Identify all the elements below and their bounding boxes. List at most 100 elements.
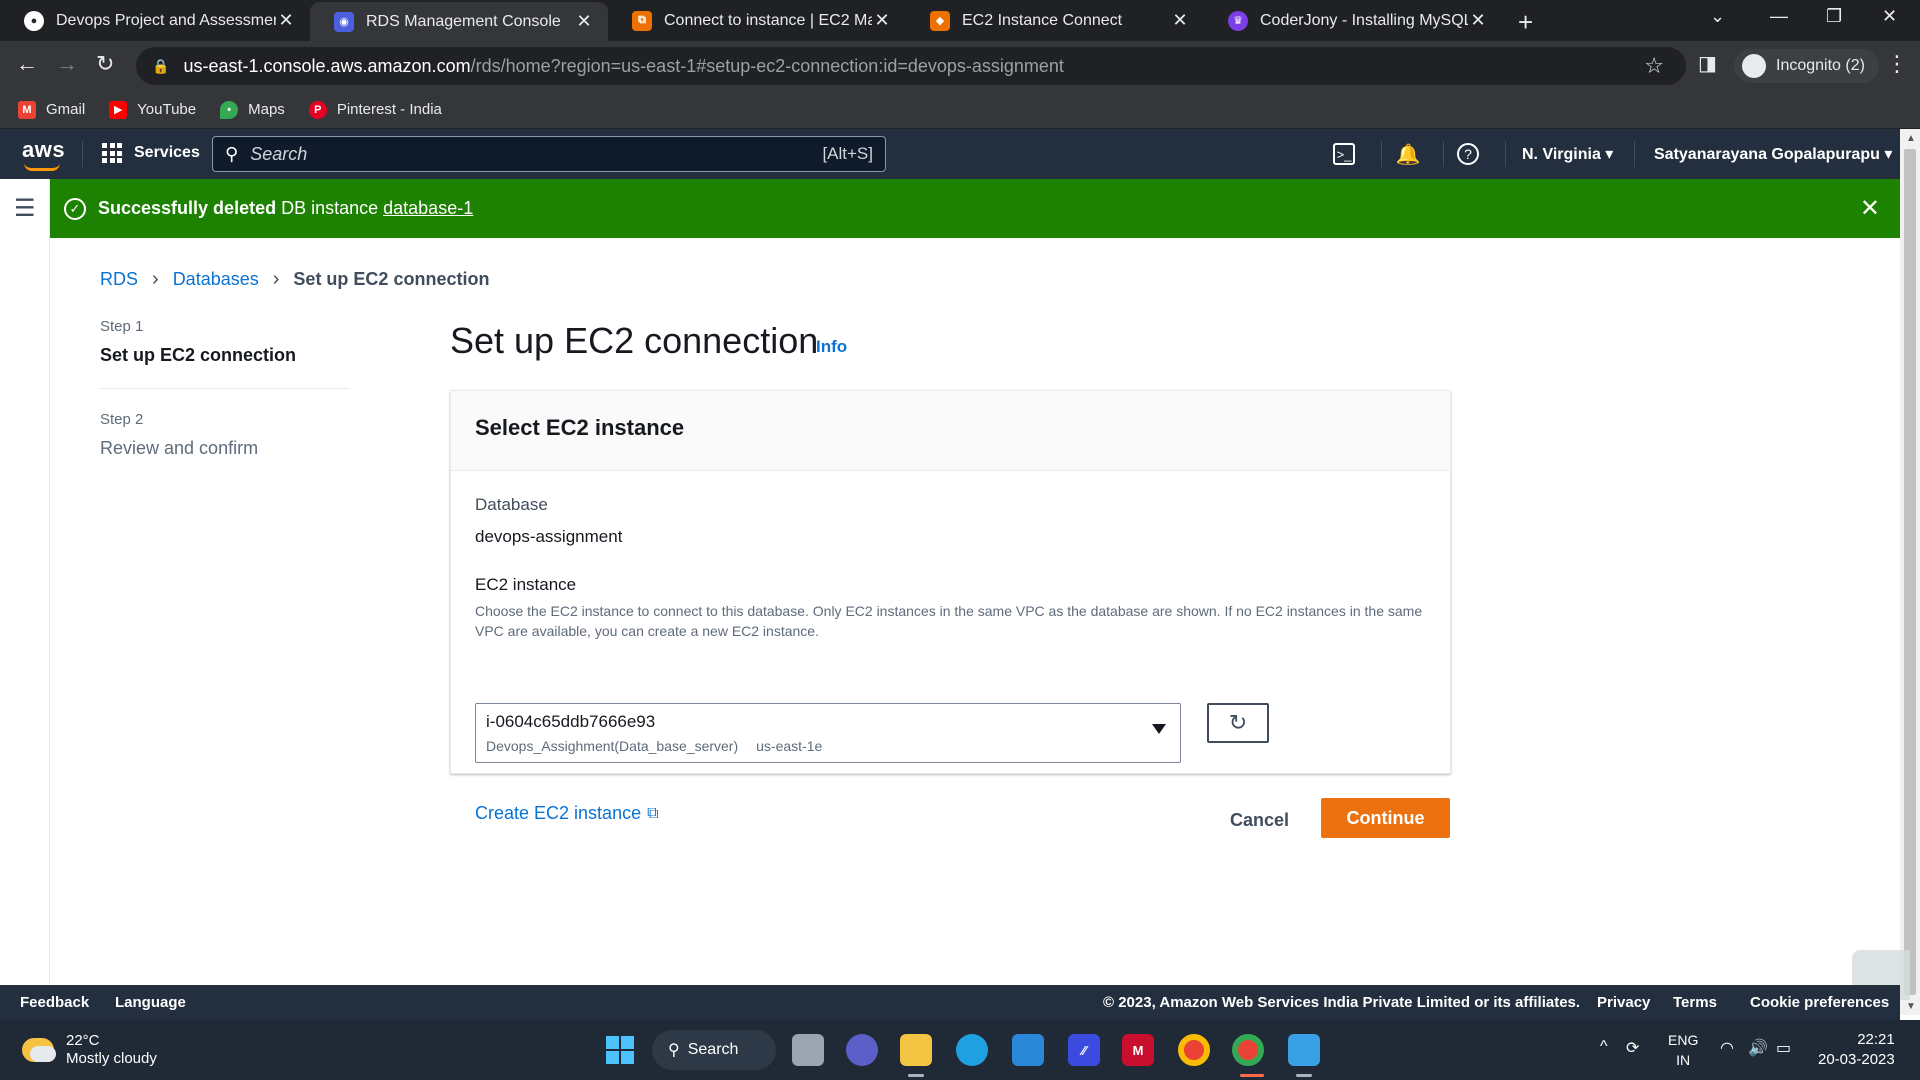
services-menu-button[interactable]: Services	[102, 143, 200, 163]
feedback-link[interactable]: Feedback	[20, 994, 89, 1011]
tab-search-chevron-icon[interactable]: ⌄	[1710, 6, 1725, 27]
close-icon[interactable]: ✕	[1860, 194, 1880, 223]
wifi-icon[interactable]: ◠	[1720, 1038, 1734, 1058]
continue-button[interactable]: Continue	[1321, 798, 1450, 838]
language-link[interactable]: Language	[115, 994, 186, 1011]
terms-link[interactable]: Terms	[1673, 994, 1717, 1011]
task-view-icon[interactable]	[792, 1034, 824, 1066]
browser-tab-strip: ● Devops Project and Assessment - ✕ ◉ RD…	[0, 0, 1920, 41]
url-path: /rds/home?region=us-east-1#setup-ec2-con…	[470, 55, 1064, 76]
temperature: 22°C	[66, 1032, 100, 1049]
close-icon[interactable]: ✕	[276, 10, 296, 31]
ec2-instance-select[interactable]: i-0604c65ddb7666e93 Devops_Assighment(Da…	[475, 703, 1181, 763]
clock-date: 20-03-2023	[1818, 1051, 1895, 1068]
pinterest-icon: P	[308, 100, 327, 119]
address-bar-row: ← → ↻ 🔒 us-east-1.console.aws.amazon.com…	[0, 41, 1920, 91]
hamburger-menu-icon[interactable]: ☰	[14, 194, 36, 223]
incognito-badge[interactable]: Incognito (2)	[1734, 49, 1879, 83]
close-icon[interactable]: ✕	[1468, 10, 1488, 31]
scroll-up-arrow-icon[interactable]: ▲	[1906, 133, 1916, 144]
refresh-button[interactable]: ↻	[1207, 703, 1269, 743]
system-clock[interactable]: 22:21 20-03-2023	[1818, 1030, 1895, 1070]
wizard-step-2: Step 2 Review and confirm	[100, 411, 350, 459]
vscode-like-app-icon[interactable]: ⁄⁄	[1068, 1034, 1100, 1066]
cancel-button[interactable]: Cancel	[1222, 804, 1297, 837]
volume-icon[interactable]: 🔊	[1748, 1038, 1768, 1058]
input-language-indicator[interactable]: ENG IN	[1668, 1030, 1698, 1070]
url-omnibox[interactable]: 🔒 us-east-1.console.aws.amazon.com/rds/h…	[136, 47, 1686, 85]
ec2-icon: ⧉	[632, 10, 652, 31]
scroll-thumb[interactable]	[1904, 149, 1916, 995]
mcafee-icon[interactable]: M	[1122, 1034, 1154, 1066]
chrome-icon[interactable]	[1178, 1034, 1210, 1066]
region-label: N. Virginia	[1522, 146, 1601, 163]
aws-search-input[interactable]	[250, 143, 823, 165]
new-tab-plus-icon[interactable]: +	[1518, 7, 1533, 38]
create-ec2-instance-link[interactable]: Create EC2 instance ⧉	[475, 803, 659, 824]
database-label: Database	[475, 495, 548, 514]
step-divider	[100, 388, 350, 389]
selected-instance-meta: Devops_Assighment(Data_base_server) us-ea…	[486, 738, 1170, 754]
restore-icon[interactable]: ❐	[1826, 6, 1842, 27]
aws-logo[interactable]: aws	[22, 137, 65, 171]
battery-icon[interactable]: ▭	[1776, 1038, 1791, 1058]
back-arrow-icon[interactable]: ←	[16, 51, 38, 77]
create-ec2-link-label: Create EC2 instance	[475, 803, 642, 823]
tab-title: Devops Project and Assessment -	[56, 11, 276, 29]
selected-instance-name: Devops_Assighment(Data_base_server)	[486, 738, 739, 754]
file-explorer-icon[interactable]	[900, 1034, 932, 1066]
privacy-link[interactable]: Privacy	[1597, 994, 1650, 1011]
cloudshell-icon[interactable]: >_	[1333, 143, 1355, 165]
browser-tab[interactable]: ♛ CoderJony - Installing MySQL on ✕	[1204, 0, 1502, 41]
lang-bottom: IN	[1676, 1052, 1691, 1068]
services-grid-icon	[102, 143, 122, 163]
aws-search-box[interactable]: ⚲ [Alt+S]	[212, 136, 886, 172]
bookmark-youtube[interactable]: ▶ YouTube	[109, 100, 196, 119]
bookmark-gmail[interactable]: M Gmail	[18, 100, 85, 119]
step-title: Review and confirm	[100, 438, 259, 458]
info-link[interactable]: Info	[816, 337, 847, 357]
close-icon[interactable]: ✕	[574, 11, 594, 32]
taskbar-search[interactable]: ⚲ Search	[652, 1030, 776, 1070]
region-selector[interactable]: N. Virginia ▾	[1522, 144, 1613, 164]
browser-tab[interactable]: ● Devops Project and Assessment - ✕	[0, 0, 310, 41]
notepad-icon[interactable]	[1288, 1034, 1320, 1066]
teams-chat-icon[interactable]	[846, 1034, 878, 1066]
sync-icon[interactable]: ⟳	[1626, 1038, 1639, 1058]
rds-icon: ◉	[334, 11, 354, 32]
cloudy-weather-icon	[22, 1038, 56, 1062]
browser-menu-icon[interactable]: ⋮	[1886, 51, 1908, 77]
window-close-icon[interactable]: ✕	[1882, 6, 1897, 27]
forward-arrow-icon[interactable]: →	[56, 51, 78, 77]
close-icon[interactable]: ✕	[1170, 10, 1190, 31]
github-icon: ●	[24, 10, 44, 31]
page-scrollbar[interactable]: ▲ ▼	[1900, 129, 1920, 1015]
chrome-incognito-icon[interactable]	[1232, 1034, 1264, 1066]
cookie-preferences-link[interactable]: Cookie preferences	[1750, 994, 1889, 1011]
browser-tab-active[interactable]: ◉ RDS Management Console ✕	[310, 2, 608, 41]
bookmark-maps[interactable]: • Maps	[220, 100, 285, 119]
page-title: Set up EC2 connection	[450, 320, 819, 361]
microsoft-store-icon[interactable]	[1012, 1034, 1044, 1066]
weather-widget[interactable]: 22°C Mostly cloudy	[22, 1032, 157, 1068]
tray-overflow-chevron-icon[interactable]: ^	[1600, 1038, 1608, 1056]
account-label: Satyanarayana Gopalapurapu	[1654, 146, 1880, 163]
browser-tab[interactable]: ◆ EC2 Instance Connect ✕	[906, 0, 1204, 41]
edge-browser-icon[interactable]	[956, 1034, 988, 1066]
flash-database-link[interactable]: database-1	[383, 198, 473, 219]
browser-tab[interactable]: ⧉ Connect to instance | EC2 Manag ✕	[608, 0, 906, 41]
breadcrumb-databases-link[interactable]: Databases	[173, 269, 259, 290]
help-icon[interactable]: ?	[1457, 143, 1479, 165]
bookmark-star-icon[interactable]: ☆	[1644, 53, 1664, 79]
account-menu[interactable]: Satyanarayana Gopalapurapu ▾	[1654, 144, 1892, 164]
tab-title: EC2 Instance Connect	[962, 11, 1123, 29]
bookmark-pinterest[interactable]: P Pinterest - India	[308, 100, 442, 119]
breadcrumb-rds-link[interactable]: RDS	[100, 269, 138, 290]
windows-start-icon[interactable]	[604, 1034, 636, 1066]
reload-icon[interactable]: ↻	[96, 51, 114, 77]
close-icon[interactable]: ✕	[872, 10, 892, 31]
minimize-icon[interactable]: —	[1770, 6, 1788, 27]
notifications-bell-icon[interactable]: 🔔	[1395, 141, 1421, 167]
side-panel-icon[interactable]: ◨	[1698, 51, 1717, 76]
scroll-down-arrow-icon[interactable]: ▼	[1906, 1001, 1916, 1012]
